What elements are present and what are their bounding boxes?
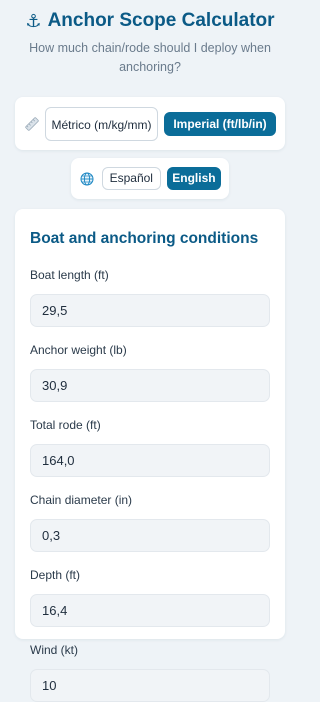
chain-diameter-label: Chain diameter (in): [30, 493, 133, 507]
conditions-form: Boat and anchoring conditions Boat lengt…: [15, 209, 285, 702]
boat-length-input[interactable]: 29,5: [30, 294, 270, 327]
section-title: Boat and anchoring conditions: [30, 230, 259, 247]
total-rode-label: Total rode (ft): [30, 418, 101, 432]
language-selector: Español English: [71, 158, 229, 199]
anchor-weight-input[interactable]: 30,9: [30, 369, 270, 402]
wind-label: Wind (kt): [30, 643, 78, 657]
depth-input[interactable]: 16,4: [30, 594, 270, 627]
metric-units-button[interactable]: Métrico (m/kg/mm): [45, 106, 158, 141]
anchor-weight-label: Anchor weight (lb): [30, 343, 127, 357]
depth-label: Depth (ft): [30, 568, 81, 582]
total-rode-input[interactable]: 164,0: [30, 444, 270, 477]
ruler-icon: [23, 115, 41, 133]
boat-length-label: Boat length (ft): [30, 268, 109, 282]
anchor-icon: ⚓: [25, 10, 42, 31]
page-subtitle: How much chain/rode should I deploy when…: [29, 41, 271, 74]
app-header: ⚓ Anchor Scope Calculator How much chain…: [0, 0, 300, 77]
globe-icon: [79, 171, 95, 187]
page-title-text: Anchor Scope Calculator: [47, 10, 275, 31]
wind-input[interactable]: 10: [30, 669, 270, 702]
imperial-units-button[interactable]: Imperial (ft/lb/in): [164, 111, 276, 136]
english-language-button[interactable]: English: [166, 167, 222, 190]
chain-diameter-input[interactable]: 0,3: [30, 519, 270, 552]
spanish-language-button[interactable]: Español: [101, 167, 161, 190]
page-title: ⚓ Anchor Scope Calculator: [0, 10, 300, 32]
units-selector: Métrico (m/kg/mm) Imperial (ft/lb/in): [15, 97, 285, 150]
